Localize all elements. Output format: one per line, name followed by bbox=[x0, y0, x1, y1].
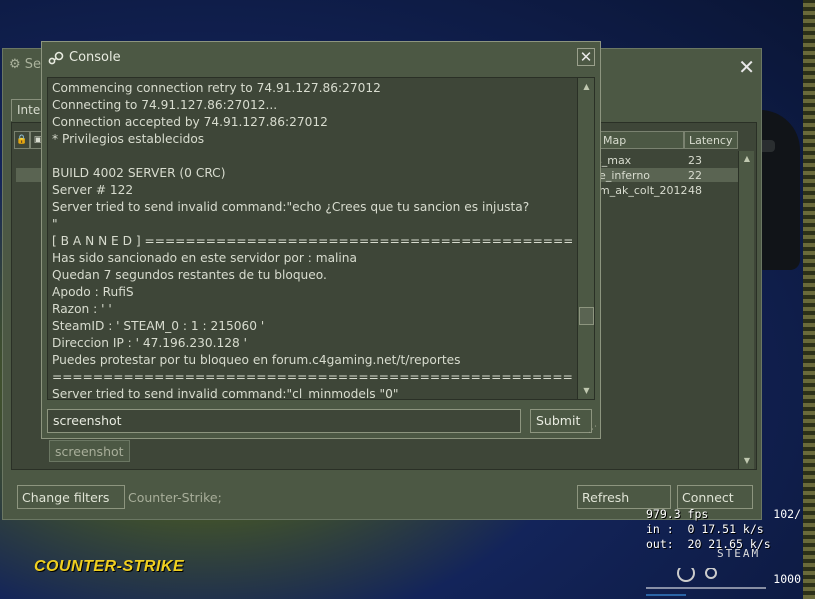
scroll-up-icon[interactable]: ▲ bbox=[580, 80, 593, 93]
console-line: Has sido sancionado en este servidor por… bbox=[52, 251, 357, 265]
console-line: SteamID : ' STEAM_0 : 1 : 215060 ' bbox=[52, 319, 265, 333]
console-window: Console ✕ Commencing connection retry to… bbox=[41, 41, 601, 439]
table-row-map[interactable]: im_ak_colt_2012 bbox=[596, 184, 688, 197]
filter-summary: Counter-Strike; bbox=[128, 490, 222, 505]
console-line: Razon : ' ' bbox=[52, 302, 112, 316]
column-header-latency[interactable]: Latency bbox=[684, 131, 738, 149]
console-line: ========================================… bbox=[52, 370, 572, 384]
console-command-input[interactable]: screenshot bbox=[47, 409, 521, 433]
steam-icon: ⚙ bbox=[9, 57, 25, 72]
console-line: Connection accepted by 74.91.127.86:2701… bbox=[52, 115, 328, 129]
table-row-map[interactable]: le_inferno bbox=[596, 169, 650, 182]
console-log[interactable]: Commencing connection retry to 74.91.127… bbox=[47, 77, 595, 400]
table-row-latency: 22 bbox=[688, 169, 702, 182]
table-row-latency: 23 bbox=[688, 154, 702, 167]
console-line: Apodo : RufiS bbox=[52, 285, 134, 299]
net-graph bbox=[646, 568, 766, 596]
steam-logo-text: STEAM bbox=[717, 547, 761, 560]
console-line: * Privilegios establecidos bbox=[52, 132, 205, 146]
hud-right-top: 102/ bbox=[773, 507, 801, 521]
scroll-down-icon[interactable]: ▼ bbox=[741, 455, 753, 467]
console-line: Commencing connection retry to 74.91.127… bbox=[52, 81, 381, 95]
console-line: Connecting to 74.91.127.86:27012... bbox=[52, 98, 278, 112]
hud-right-bottom: 1000 bbox=[773, 572, 801, 586]
resize-grip-icon[interactable]: ⋰ bbox=[588, 425, 597, 435]
command-history-suggestion[interactable]: screenshot bbox=[49, 440, 130, 462]
console-line: [ B A N N E D ] ========================… bbox=[52, 234, 572, 248]
table-row-latency: 48 bbox=[688, 184, 702, 197]
console-line: Puedes protestar por tu bloqueo en forum… bbox=[52, 353, 461, 367]
net-stats: 979.3 fps in : 0 17.51 k/s out: 20 21.65 k… bbox=[646, 507, 771, 552]
server-browser-close-button[interactable]: ✕ bbox=[738, 55, 755, 79]
connect-button[interactable]: Connect bbox=[677, 485, 753, 509]
refresh-button[interactable]: Refresh bbox=[577, 485, 671, 509]
console-line: Server tried to send invalid command:"cl… bbox=[52, 387, 399, 400]
steam-icon bbox=[48, 51, 64, 64]
column-header-map[interactable]: Map bbox=[598, 131, 684, 149]
console-line: Direccion IP : ' 47.196.230.128 ' bbox=[52, 336, 248, 350]
console-line: Quedan 7 segundos restantes de tu bloque… bbox=[52, 268, 327, 282]
console-close-button[interactable]: ✕ bbox=[577, 48, 595, 66]
console-title: Console bbox=[48, 50, 121, 65]
server-browser-title: ⚙ Se bbox=[9, 57, 42, 72]
console-line: " bbox=[52, 217, 58, 231]
scroll-up-icon[interactable]: ▲ bbox=[741, 153, 753, 165]
submit-button[interactable]: Submit bbox=[530, 409, 592, 433]
console-line: Server # 122 bbox=[52, 183, 134, 197]
table-row-map[interactable]: s_max bbox=[596, 154, 631, 167]
scroll-down-icon[interactable]: ▼ bbox=[580, 384, 593, 397]
console-scrollbar[interactable]: ▲ ▼ bbox=[577, 78, 594, 399]
console-line: Server tried to send invalid command:"ec… bbox=[52, 200, 530, 214]
console-log-lines: Commencing connection retry to 74.91.127… bbox=[52, 80, 572, 400]
incoming-rate: in : 0 17.51 k/s bbox=[646, 522, 764, 536]
scroll-thumb[interactable] bbox=[579, 307, 594, 325]
change-filters-button[interactable]: Change filters bbox=[17, 485, 125, 509]
fps-readout: 979.3 fps bbox=[646, 507, 709, 521]
counter-strike-logo: COUNTER-STRIKE bbox=[34, 558, 185, 575]
server-list-scrollbar[interactable]: ▲ ▼ bbox=[738, 151, 754, 469]
lock-column-icon[interactable]: 🔒 bbox=[14, 131, 30, 149]
console-line: BUILD 4002 SERVER (0 CRC) bbox=[52, 166, 226, 180]
background-stripe bbox=[803, 0, 815, 599]
